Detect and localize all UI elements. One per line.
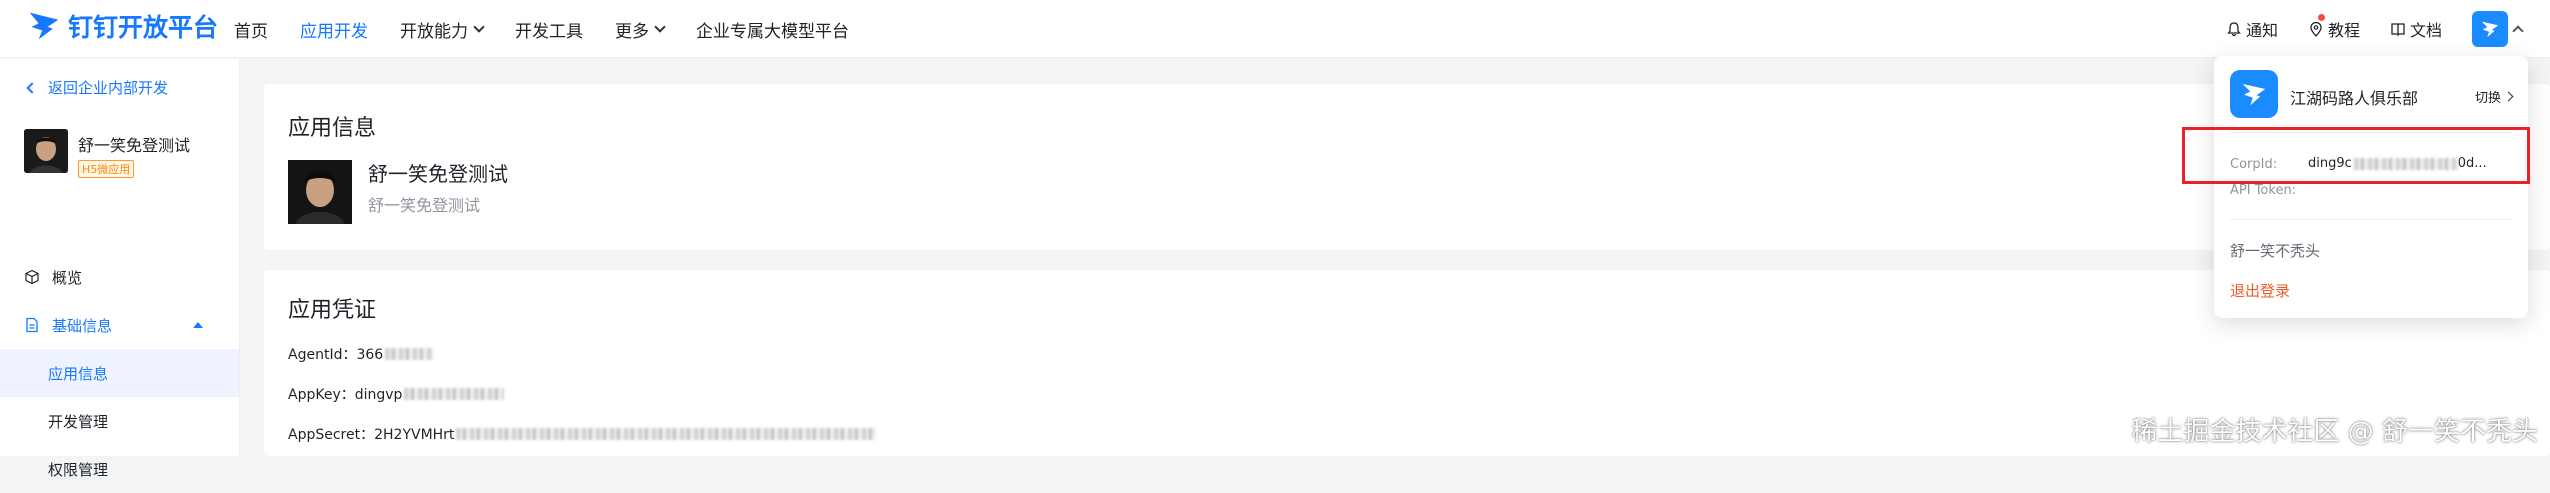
org-avatar xyxy=(2472,11,2508,47)
app-type-badge: H5微应用 xyxy=(78,160,134,178)
sidebar-item-permission-management[interactable]: 权限管理 xyxy=(0,445,239,493)
chevron-up-icon xyxy=(2512,25,2523,36)
dingtalk-wing-icon xyxy=(2239,79,2269,109)
app-description: 舒一笑免登测试 xyxy=(368,192,480,216)
api-token-label: API Token: xyxy=(2230,183,2296,198)
dingtalk-wing-icon xyxy=(2479,18,2501,40)
nav-dev-tools[interactable]: 开发工具 xyxy=(515,17,583,42)
logout-button[interactable]: 退出登录 xyxy=(2230,280,2290,301)
redacted-mask xyxy=(385,348,433,360)
header-right: 通知 教程 文档 xyxy=(2226,0,2550,58)
logo-text: 钉钉开放平台 xyxy=(68,8,218,44)
nav-home[interactable]: 首页 xyxy=(234,17,268,42)
redacted-mask xyxy=(404,388,504,400)
dingtalk-logo-icon xyxy=(26,9,62,43)
document-icon xyxy=(24,317,40,333)
account-menu-toggle[interactable] xyxy=(2472,11,2522,47)
highlight-annotation-box xyxy=(2182,127,2530,184)
sidebar: 返回企业内部开发 舒一笑免登测试 H5微应用 概览 基础信息 应用信息 开发管理… xyxy=(0,59,240,456)
sidebar-item-dev-management[interactable]: 开发管理 xyxy=(0,397,239,445)
person-photo-icon xyxy=(288,160,352,224)
chevron-right-icon xyxy=(2504,92,2514,102)
back-to-internal-dev-link[interactable]: 返回企业内部开发 xyxy=(28,77,168,98)
agent-id-value: AgentId：366 xyxy=(288,344,383,364)
app-secret-row: AppSecret：2H2YVMHrt xyxy=(288,424,876,444)
notify-button[interactable]: 通知 xyxy=(2226,17,2278,41)
chevron-down-icon xyxy=(473,21,484,32)
chevron-left-icon xyxy=(26,82,37,93)
nav-open-capability[interactable]: 开放能力 xyxy=(400,17,483,42)
redacted-mask xyxy=(456,428,876,440)
dingtalk-logo[interactable]: 钉钉开放平台 xyxy=(26,6,218,46)
watermark: 稀土掘金技术社区 @ 舒一笑不秃头 xyxy=(2131,411,2538,448)
docs-button[interactable]: 文档 xyxy=(2390,17,2442,41)
chevron-down-icon xyxy=(654,21,665,32)
app-avatar xyxy=(24,129,68,173)
divider xyxy=(2230,219,2512,220)
person-photo-icon xyxy=(24,129,68,173)
sidebar-group-basic-info[interactable]: 基础信息 xyxy=(0,301,239,349)
main-nav: 首页 应用开发 开放能力 开发工具 更多 企业专属大模型平台 xyxy=(234,0,881,58)
sidebar-app-name: 舒一笑免登测试 xyxy=(78,132,190,156)
cube-icon xyxy=(24,269,40,285)
notification-dot xyxy=(2318,14,2325,21)
credentials-title: 应用凭证 xyxy=(288,292,376,324)
org-logo xyxy=(2230,70,2278,118)
bell-icon xyxy=(2226,21,2242,37)
tutorial-button[interactable]: 教程 xyxy=(2308,17,2360,41)
app-key-row: AppKey：dingvp xyxy=(288,384,504,404)
app-name: 舒一笑免登测试 xyxy=(368,158,508,187)
location-pin-icon xyxy=(2308,21,2324,37)
nav-app-dev[interactable]: 应用开发 xyxy=(300,17,368,42)
agent-id-row: AgentId：366 xyxy=(288,344,433,364)
app-icon-large xyxy=(288,160,352,224)
org-name: 江湖码路人俱乐部 xyxy=(2290,85,2418,109)
sidebar-item-overview[interactable]: 概览 xyxy=(0,253,239,301)
app-key-value: AppKey：dingvp xyxy=(288,384,402,404)
book-icon xyxy=(2390,21,2406,37)
current-user-name: 舒一笑不秃头 xyxy=(2230,240,2320,261)
nav-enterprise-llm[interactable]: 企业专属大模型平台 xyxy=(696,17,849,42)
sidebar-app-card: 舒一笑免登测试 H5微应用 xyxy=(24,129,190,178)
switch-org-button[interactable]: 切换 xyxy=(2475,87,2512,106)
app-secret-value: AppSecret：2H2YVMHrt xyxy=(288,424,454,444)
top-header: 钉钉开放平台 首页 应用开发 开放能力 开发工具 更多 企业专属大模型平台 通知… xyxy=(0,0,2550,58)
sidebar-item-app-info[interactable]: 应用信息 xyxy=(0,349,239,397)
app-info-title: 应用信息 xyxy=(288,110,376,142)
nav-more[interactable]: 更多 xyxy=(615,17,664,42)
caret-up-icon xyxy=(193,322,203,328)
account-popover: 江湖码路人俱乐部 切换 CorpId: ding9c 0d... API Tok… xyxy=(2214,56,2528,318)
